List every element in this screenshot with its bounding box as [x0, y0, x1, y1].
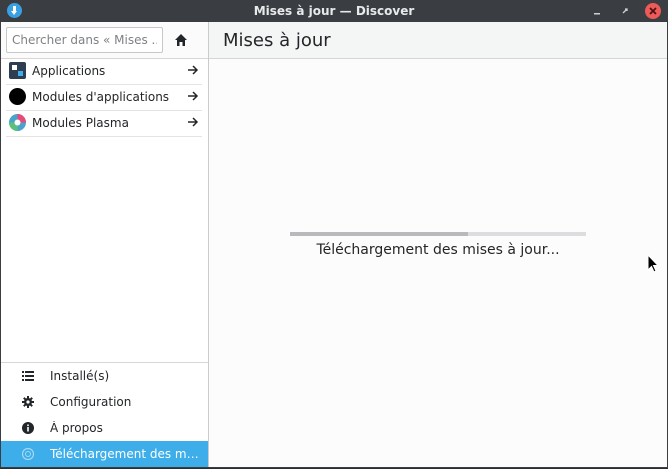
search-row — [1, 22, 208, 59]
category-app-addons[interactable]: Modules d'applications — [6, 85, 202, 111]
home-button[interactable] — [171, 30, 191, 50]
close-button[interactable] — [645, 3, 661, 19]
nav-label: À propos — [50, 421, 103, 435]
nav-configuration[interactable]: Configuration — [1, 389, 208, 415]
update-icon — [22, 448, 34, 460]
mouse-cursor-icon — [647, 254, 659, 273]
arrow-right-icon — [188, 91, 199, 101]
arrow-right-icon — [188, 65, 199, 75]
minimize-button[interactable] — [589, 3, 605, 19]
download-status-text: Téléchargement des mises à jour... — [316, 242, 560, 258]
restore-icon — [622, 8, 628, 14]
nav-label: Configuration — [50, 395, 132, 409]
nav-label: Téléchargement des mi... — [50, 447, 200, 461]
category-applications[interactable]: Applications — [6, 59, 202, 85]
page-title: Mises à jour — [223, 30, 331, 51]
list-icon — [22, 371, 34, 381]
plasma-icon — [9, 114, 26, 131]
category-label: Applications — [32, 64, 106, 78]
addons-circle-icon — [9, 88, 26, 105]
restore-button[interactable] — [617, 3, 633, 19]
main-header: Mises à jour — [209, 22, 667, 59]
category-label: Modules d'applications — [32, 90, 170, 104]
arrow-right-icon — [188, 117, 199, 127]
category-label: Modules Plasma — [32, 116, 129, 130]
applications-grid-icon — [9, 62, 26, 79]
download-progress-bar — [290, 232, 586, 236]
category-plasma-addons[interactable]: Modules Plasma — [6, 111, 202, 137]
minimize-icon — [594, 13, 600, 15]
nav-label: Installé(s) — [50, 369, 110, 383]
bottom-nav: Installé(s) Configuration À propos Téléc… — [1, 362, 208, 467]
discover-window: Applications Modules d'applications Modu… — [0, 22, 668, 468]
window-title: Mises à jour — Discover — [253, 4, 415, 18]
nav-installed[interactable]: Installé(s) — [1, 363, 208, 389]
gear-icon — [22, 396, 34, 408]
home-icon — [175, 34, 187, 46]
nav-about[interactable]: À propos — [1, 415, 208, 441]
info-icon — [22, 422, 34, 434]
close-icon — [649, 7, 657, 15]
nav-update-download[interactable]: Téléchargement des mi... — [1, 441, 208, 467]
sidebar: Applications Modules d'applications Modu… — [1, 22, 209, 467]
progress-fill — [290, 232, 468, 236]
window-titlebar[interactable]: Mises à jour — Discover — [0, 0, 668, 22]
search-input[interactable] — [6, 27, 163, 53]
